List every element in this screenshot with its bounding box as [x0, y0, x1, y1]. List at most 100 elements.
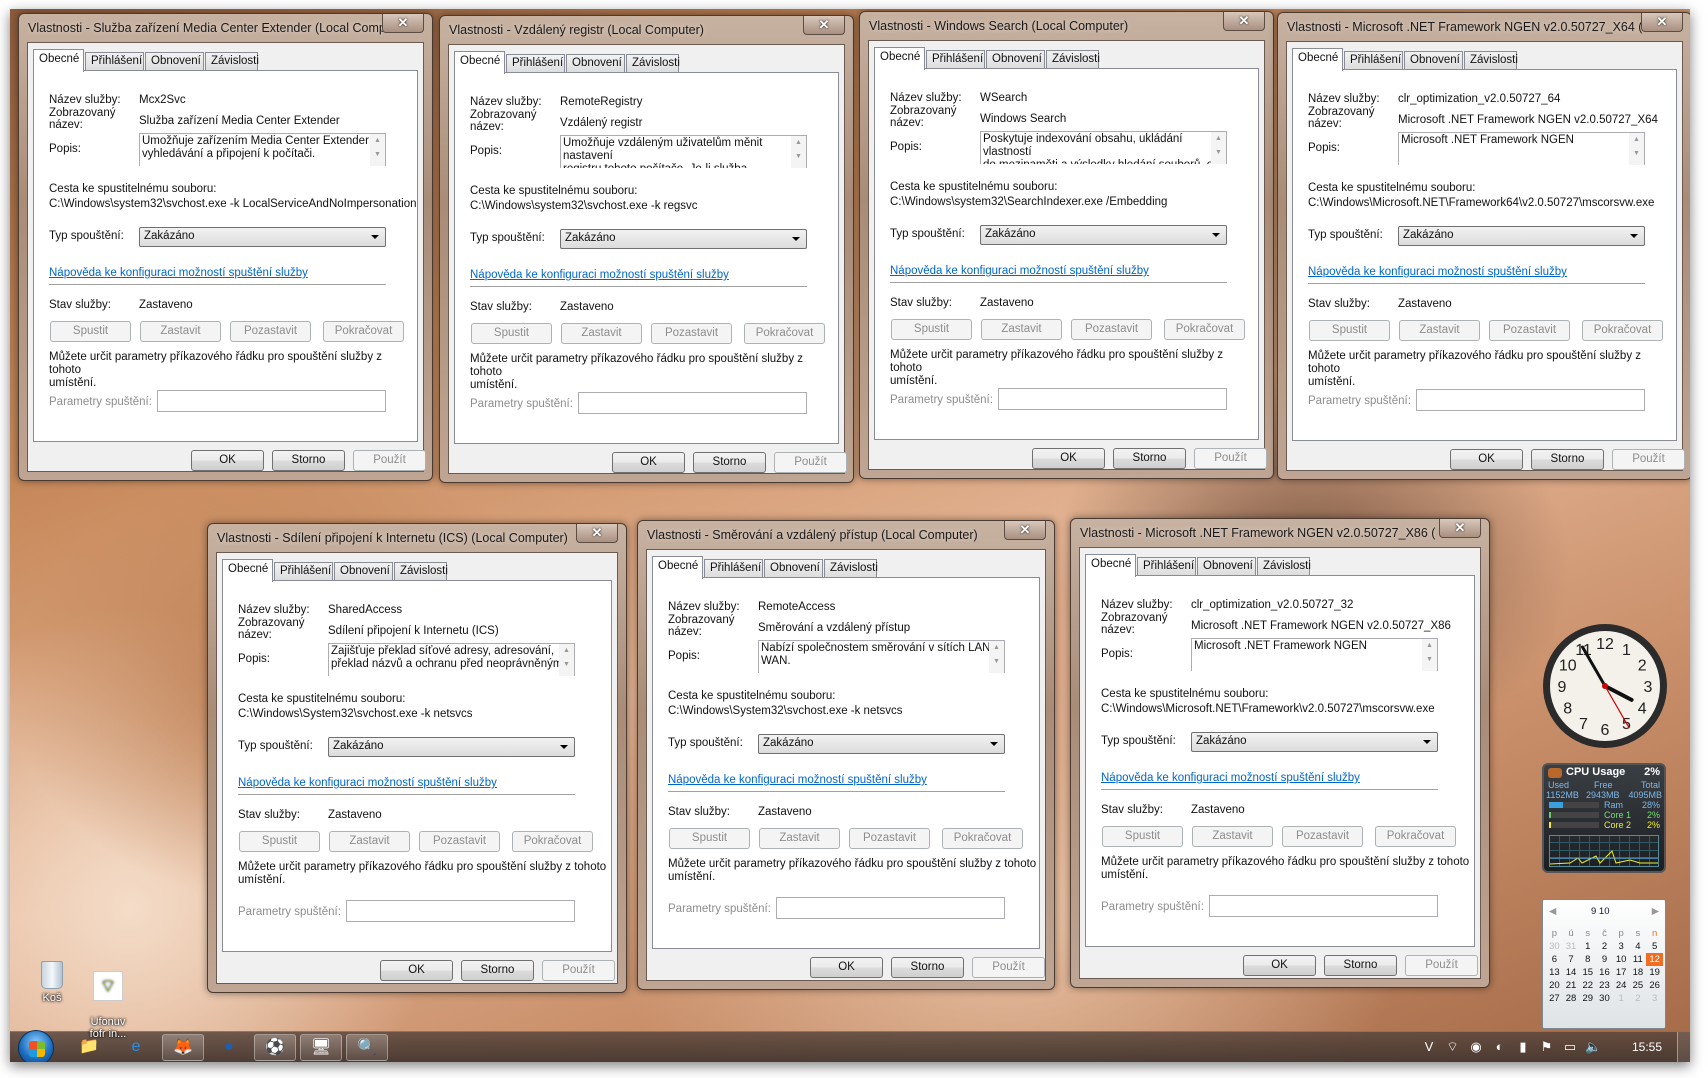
- startup-type-select[interactable]: Zakázáno: [1398, 226, 1645, 246]
- stop-button[interactable]: Zastavit: [561, 323, 642, 344]
- startup-type-select[interactable]: Zakázáno: [139, 227, 386, 247]
- cancel-button[interactable]: Storno: [461, 960, 534, 981]
- help-link[interactable]: Nápověda ke konfiguraci možností spuštěn…: [890, 265, 1149, 277]
- help-link[interactable]: Nápověda ke konfiguraci možností spuštěn…: [470, 269, 729, 281]
- calendar-day[interactable]: 28: [1563, 992, 1580, 1005]
- ok-button[interactable]: OK: [380, 960, 453, 981]
- calendar-day[interactable]: 31: [1563, 940, 1580, 953]
- ok-button[interactable]: OK: [810, 957, 883, 978]
- tab-recovery[interactable]: Obnovení: [764, 559, 823, 578]
- ok-button[interactable]: OK: [191, 450, 264, 471]
- pause-button[interactable]: Pozastavit: [1071, 319, 1152, 340]
- calendar-day[interactable]: 21: [1563, 979, 1580, 992]
- start-button[interactable]: Spustit: [50, 321, 131, 342]
- antivirus-icon[interactable]: V: [1420, 1038, 1438, 1056]
- startup-type-select[interactable]: Zakázáno: [328, 737, 575, 757]
- start-params-input[interactable]: [1416, 389, 1645, 411]
- description-box[interactable]: Poskytuje indexování obsahu, ukládání vl…: [980, 131, 1227, 164]
- stop-button[interactable]: Zastavit: [1192, 826, 1273, 847]
- calendar-day[interactable]: 24: [1613, 979, 1630, 992]
- calendar-prev-icon[interactable]: ◀: [1549, 906, 1556, 917]
- tab-dependencies[interactable]: Závislosti: [205, 52, 259, 71]
- start-button[interactable]: Spustit: [891, 319, 972, 340]
- show-desktop-button[interactable]: [1677, 1032, 1690, 1062]
- calendar-day[interactable]: 4: [1630, 940, 1647, 953]
- calendar-day[interactable]: 22: [1579, 979, 1596, 992]
- calendar-day[interactable]: 1: [1613, 992, 1630, 1005]
- calendar-day[interactable]: 5: [1646, 940, 1663, 953]
- help-link[interactable]: Nápověda ke konfiguraci možností spuštěn…: [49, 267, 308, 279]
- start-button[interactable]: Spustit: [239, 831, 320, 852]
- calendar-day[interactable]: 20: [1546, 979, 1563, 992]
- resume-button[interactable]: Pokračovat: [1582, 320, 1663, 341]
- tab-dependencies[interactable]: Závislosti: [824, 559, 878, 578]
- tab-logon[interactable]: Přihlášení: [1137, 557, 1196, 576]
- pause-button[interactable]: Pozastavit: [849, 828, 930, 849]
- start-params-input[interactable]: [1209, 895, 1438, 917]
- calendar-day[interactable]: 30: [1596, 992, 1613, 1005]
- cancel-button[interactable]: Storno: [1113, 448, 1186, 469]
- ok-button[interactable]: OK: [612, 452, 685, 473]
- close-button[interactable]: ✕: [576, 524, 618, 543]
- start-button[interactable]: Spustit: [669, 828, 750, 849]
- close-button[interactable]: ✕: [1223, 12, 1265, 31]
- tab-dependencies[interactable]: Závislosti: [1046, 50, 1100, 69]
- tab-general[interactable]: Obecné: [33, 49, 84, 72]
- pause-button[interactable]: Pozastavit: [1282, 826, 1363, 847]
- tab-logon[interactable]: Přihlášení: [1344, 51, 1403, 70]
- description-scrollbar[interactable]: ▲ ▼: [791, 136, 806, 168]
- close-button[interactable]: ✕: [803, 16, 845, 35]
- calendar-day[interactable]: 29: [1579, 992, 1596, 1005]
- apply-button[interactable]: Použít: [353, 450, 426, 471]
- close-button[interactable]: ✕: [1004, 521, 1046, 540]
- cancel-button[interactable]: Storno: [891, 957, 964, 978]
- calendar-day[interactable]: 1: [1579, 940, 1596, 953]
- taskbar-thunderbird[interactable]: ●: [208, 1034, 250, 1061]
- apply-button[interactable]: Použít: [972, 957, 1045, 978]
- taskbar-media[interactable]: ⚽: [254, 1034, 296, 1061]
- tab-recovery[interactable]: Obnovení: [145, 52, 204, 71]
- description-scrollbar[interactable]: ▲ ▼: [1629, 133, 1644, 165]
- close-button[interactable]: ✕: [1439, 519, 1481, 538]
- description-box[interactable]: Umožňuje zařízením Media Center Extender…: [139, 133, 386, 166]
- tab-recovery[interactable]: Obnovení: [1197, 557, 1256, 576]
- tab-recovery[interactable]: Obnovení: [1404, 51, 1463, 70]
- resume-button[interactable]: Pokračovat: [1375, 826, 1456, 847]
- calendar-day[interactable]: 14: [1563, 966, 1580, 979]
- calendar-day[interactable]: 8: [1579, 953, 1596, 966]
- clock-gadget[interactable]: 121234567891011: [1540, 621, 1670, 751]
- description-box[interactable]: Microsoft .NET Framework NGEN ▲ ▼: [1398, 132, 1645, 165]
- logitech-icon[interactable]: ◐: [1491, 1038, 1509, 1056]
- pause-button[interactable]: Pozastavit: [230, 321, 311, 342]
- tab-general[interactable]: Obecné: [1292, 48, 1343, 71]
- calendar-day[interactable]: 26: [1646, 979, 1663, 992]
- tab-logon[interactable]: Přihlášení: [704, 559, 763, 578]
- help-link[interactable]: Nápověda ke konfiguraci možností spuštěn…: [1308, 266, 1567, 278]
- action-center-flag-icon[interactable]: ⚑: [1538, 1038, 1556, 1056]
- calendar-day[interactable]: 9: [1596, 953, 1613, 966]
- tab-dependencies[interactable]: Závislosti: [1257, 557, 1311, 576]
- pause-button[interactable]: Pozastavit: [651, 323, 732, 344]
- description-box[interactable]: Nabízí společnostem směrování v sítích L…: [758, 640, 1005, 673]
- description-box[interactable]: Zajišťuje překlad síťové adresy, adresov…: [328, 643, 575, 676]
- ok-button[interactable]: OK: [1243, 955, 1316, 976]
- calendar-day[interactable]: 15: [1579, 966, 1596, 979]
- network-icon[interactable]: ▭: [1561, 1038, 1579, 1056]
- start-params-input[interactable]: [157, 390, 386, 412]
- stop-button[interactable]: Zastavit: [981, 319, 1062, 340]
- start-button[interactable]: Spustit: [1102, 826, 1183, 847]
- start-button[interactable]: Spustit: [1309, 320, 1390, 341]
- calendar-day[interactable]: 2: [1630, 992, 1647, 1005]
- description-box[interactable]: Umožňuje vzdáleným uživatelům měnit nast…: [560, 135, 807, 168]
- calendar-day[interactable]: 11: [1630, 953, 1647, 966]
- resume-button[interactable]: Pokračovat: [942, 828, 1023, 849]
- calendar-day[interactable]: 27: [1546, 992, 1563, 1005]
- calendar-day[interactable]: 10: [1613, 953, 1630, 966]
- start-button[interactable]: [18, 1030, 54, 1062]
- calendar-next-icon[interactable]: ▶: [1652, 906, 1659, 917]
- start-params-input[interactable]: [578, 392, 807, 414]
- safely-remove-icon[interactable]: ▮: [1514, 1038, 1532, 1056]
- tab-general[interactable]: Obecné: [222, 559, 273, 582]
- stop-button[interactable]: Zastavit: [329, 831, 410, 852]
- startup-type-select[interactable]: Zakázáno: [1191, 732, 1438, 752]
